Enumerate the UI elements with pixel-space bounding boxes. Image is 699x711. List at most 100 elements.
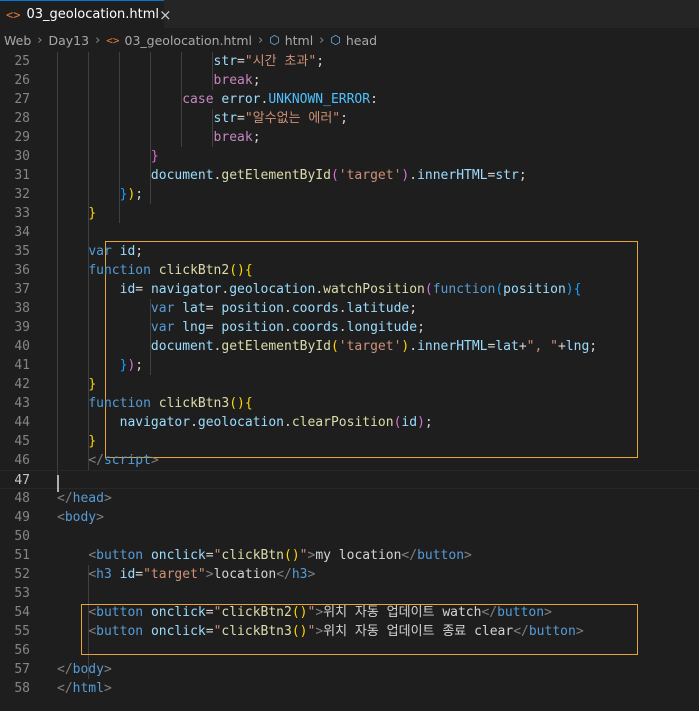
code-line[interactable]: 53 (0, 584, 699, 603)
code-line[interactable]: 47 (0, 470, 699, 489)
line-number: 28 (14, 111, 30, 126)
code-token: "알수없는 에러" (244, 111, 341, 126)
code-token: onclick (150, 624, 206, 639)
code-line[interactable]: 30 } (0, 147, 699, 166)
code-line[interactable]: 49 <body> (0, 508, 699, 527)
code-token: ; (252, 73, 261, 88)
breadcrumb-file[interactable]: 03_geolocation.html (125, 33, 252, 48)
code-line[interactable]: 25 str="시간 초과"; (0, 52, 699, 71)
code-line[interactable]: 37 id= navigator.geolocation.watchPositi… (0, 280, 699, 299)
code-line[interactable]: 40 document.getElementById('target').inn… (0, 337, 699, 356)
element-cube-icon: ⬡ (330, 33, 341, 47)
breadcrumb-html[interactable]: html (285, 33, 313, 48)
code-line[interactable]: 36 function clickBtn2(){ (0, 261, 699, 280)
code-token: location (213, 567, 277, 582)
code-token: ; (589, 339, 598, 354)
code-token: break (213, 73, 253, 88)
code-line[interactable]: 54 <button onclick="clickBtn2()">위치 자동 업… (0, 603, 699, 622)
code-line[interactable]: 31 document.getElementById('target').inn… (0, 166, 699, 185)
code-token: clickBtn2 (158, 263, 230, 278)
code-text: <button onclick="clickBtn()">my location… (57, 546, 472, 565)
code-token: innerHTML (417, 339, 488, 354)
tab-03-geolocation[interactable]: <> 03_geolocation.html × (0, 0, 172, 28)
code-text: <body> (57, 508, 104, 527)
code-token: head (72, 491, 104, 506)
code-token: id (119, 282, 136, 297)
code-line[interactable]: 39 var lng= position.coords.longitude; (0, 318, 699, 337)
text-cursor (57, 475, 59, 492)
code-token: lng (182, 320, 206, 335)
code-token: clickBtn3 (221, 624, 292, 639)
code-token: button (96, 624, 144, 639)
code-line[interactable]: 56 (0, 641, 699, 660)
code-line[interactable]: 46 </script> (0, 451, 699, 470)
code-token: ", " (526, 339, 558, 354)
code-line[interactable]: 58 </html> (0, 679, 699, 698)
code-token: "시간 초과" (244, 54, 317, 69)
code-line[interactable]: 41 }); (0, 356, 699, 375)
code-line[interactable]: 57 </body> (0, 660, 699, 679)
code-token: id (119, 567, 136, 582)
code-token: () (284, 548, 300, 563)
code-token: > (103, 662, 112, 677)
code-line[interactable]: 38 var lat= position.coords.latitude; (0, 299, 699, 318)
close-icon[interactable]: × (159, 6, 172, 24)
code-token: > (544, 605, 552, 620)
code-line[interactable]: 48 </head> (0, 489, 699, 508)
code-token: watchPosition (323, 282, 425, 297)
code-line[interactable]: 43 function clickBtn3(){ (0, 394, 699, 413)
code-line[interactable]: 26 break; (0, 71, 699, 90)
code-text: <button onclick="clickBtn3()">위치 자동 업데이트… (57, 622, 583, 641)
code-token: case (182, 92, 214, 107)
code-text: } (57, 147, 159, 166)
html-file-icon: <> (106, 33, 120, 47)
code-token: > (315, 624, 324, 639)
code-line[interactable]: 27 case error.UNKNOWN_ERROR: (0, 90, 699, 109)
code-token: </ (401, 548, 418, 563)
breadcrumb-day13[interactable]: Day13 (48, 33, 89, 48)
code-token: geolocation (197, 415, 284, 430)
code-token: + (557, 339, 566, 354)
code-editor[interactable]: 25 str="시간 초과"; 26 break; 27 case error.UN… (0, 52, 699, 711)
code-token: h3 (96, 567, 112, 582)
code-token: navigator (150, 282, 222, 297)
code-token: { (244, 396, 253, 411)
code-line[interactable]: 50 (0, 527, 699, 546)
code-line[interactable]: 35 var id; (0, 242, 699, 261)
code-line[interactable]: 44 navigator.geolocation.clearPosition(i… (0, 413, 699, 432)
code-line[interactable]: 51 <button onclick="clickBtn()">my locat… (0, 546, 699, 565)
line-number: 35 (14, 244, 30, 259)
code-line[interactable]: 42 } (0, 375, 699, 394)
breadcrumb-head[interactable]: head (346, 33, 377, 48)
line-number: 55 (14, 624, 30, 639)
code-token: ( (495, 282, 504, 297)
code-line[interactable]: 32 }); (0, 185, 699, 204)
code-text: <button onclick="clickBtn2()">위치 자동 업데이트… (57, 603, 552, 622)
code-token: { (244, 263, 253, 278)
code-line[interactable]: 34 (0, 223, 699, 242)
code-line[interactable]: 28 str="알수없는 에러"; (0, 109, 699, 128)
breadcrumb-web[interactable]: Web (4, 33, 31, 48)
element-cube-icon: ⬡ (269, 33, 280, 47)
code-line[interactable]: 55 <button onclick="clickBtn3()">위치 자동 업… (0, 622, 699, 641)
code-line[interactable]: 29 break; (0, 128, 699, 147)
code-token: body (72, 662, 104, 677)
code-token: position (221, 320, 284, 335)
code-token: { (573, 282, 582, 297)
code-token: getElementById (221, 168, 331, 183)
code-line[interactable]: 45 } (0, 432, 699, 451)
code-line[interactable]: 33 } (0, 204, 699, 223)
code-token: = (205, 320, 222, 335)
line-number: 31 (14, 168, 30, 183)
code-token: = (135, 282, 151, 297)
code-line[interactable]: 52 <h3 id="target">location</h3> (0, 565, 699, 584)
code-text: id= navigator.geolocation.watchPosition(… (57, 280, 582, 299)
line-number: 32 (14, 187, 30, 202)
